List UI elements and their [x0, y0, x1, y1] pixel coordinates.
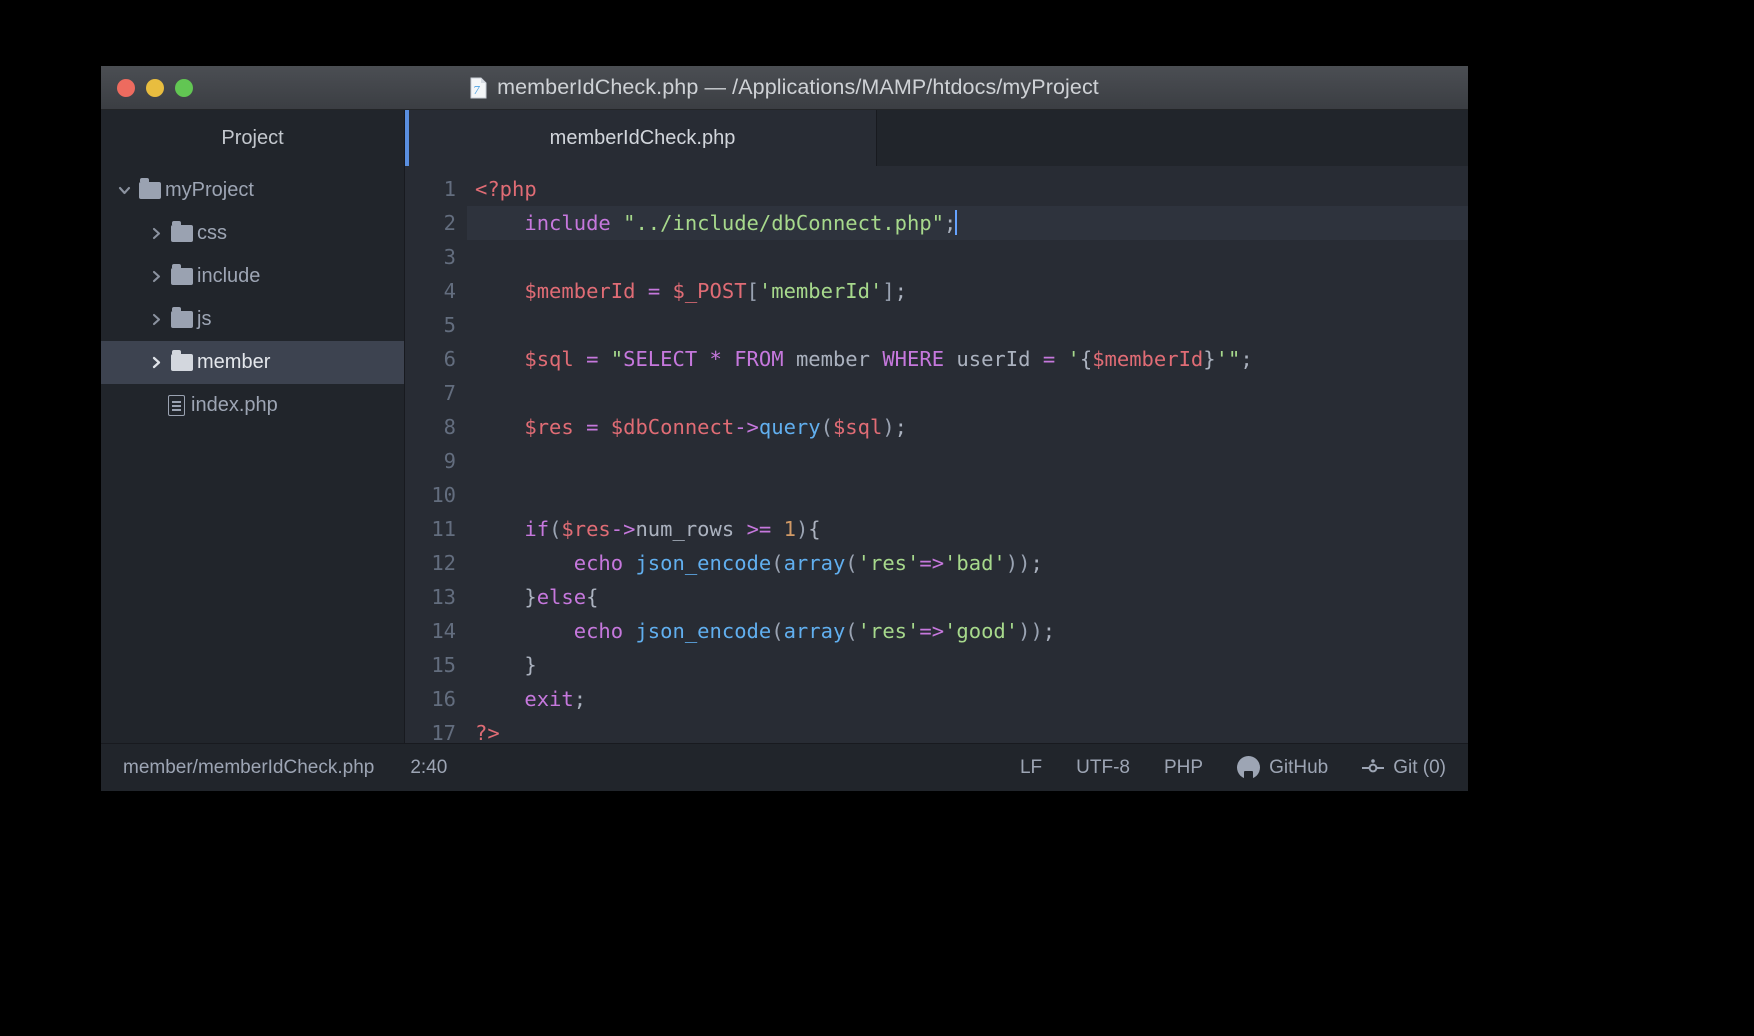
code-line-15: } — [524, 653, 537, 677]
tree-item-label: myProject — [165, 179, 254, 201]
line-number: 10 — [431, 483, 456, 507]
code-line-17: ?> — [475, 721, 500, 743]
chevron-right-icon[interactable] — [145, 269, 167, 284]
code-editor[interactable]: 1 2 3 4 5 6 7 8 9 10 11 12 13 14 15 16 1 — [405, 166, 1468, 743]
window-title: memberIdCheck.php — /Applications/MAMP/h… — [497, 75, 1099, 99]
line-number: 2 — [443, 211, 456, 235]
minimize-window-button[interactable] — [146, 79, 164, 97]
line-number: 9 — [443, 449, 456, 473]
tab-bar: memberIdCheck.php — [405, 110, 1468, 166]
php-file-icon: 7 — [470, 77, 487, 99]
code-line-1: <?php — [475, 177, 537, 201]
tree-item-index-php[interactable]: index.php — [101, 384, 404, 427]
tree-item-include[interactable]: include — [101, 255, 404, 298]
line-number: 7 — [443, 381, 456, 405]
code-line-6: $sql = "SELECT * FROM member WHERE userI… — [524, 347, 1253, 371]
line-number: 11 — [431, 517, 456, 541]
code-line-12: echo json_encode(array('res'=>'bad')); — [573, 551, 1043, 575]
project-sidebar: Project myProject css include js member … — [101, 110, 405, 743]
folder-icon — [167, 307, 197, 328]
line-number: 5 — [443, 313, 456, 337]
chevron-down-icon[interactable] — [113, 183, 135, 198]
file-icon — [161, 395, 191, 416]
tree-item-css[interactable]: css — [101, 212, 404, 255]
window-body: Project myProject css include js member … — [101, 110, 1468, 743]
status-git[interactable]: Git (0) — [1362, 757, 1446, 779]
status-bar-left: member/memberIdCheck.php 2:40 — [123, 757, 447, 779]
status-bar: member/memberIdCheck.php 2:40 LF UTF-8 P… — [101, 743, 1468, 791]
line-number: 17 — [431, 721, 456, 743]
window-title-wrap: 7 memberIdCheck.php — /Applications/MAMP… — [101, 75, 1468, 100]
status-github[interactable]: GitHub — [1237, 756, 1328, 779]
editor-pane: memberIdCheck.php 1 2 3 4 5 6 7 8 9 10 1… — [405, 110, 1468, 743]
tree-item-member[interactable]: member — [101, 341, 404, 384]
line-number: 12 — [431, 551, 456, 575]
line-number: 8 — [443, 415, 456, 439]
line-number: 15 — [431, 653, 456, 677]
line-number: 6 — [443, 347, 456, 371]
line-number: 4 — [443, 279, 456, 303]
svg-text:7: 7 — [473, 84, 480, 97]
chevron-right-icon[interactable] — [145, 355, 167, 370]
code-line-14: echo json_encode(array('res'=>'good')); — [573, 619, 1056, 643]
status-grammar[interactable]: PHP — [1164, 757, 1203, 779]
line-number: 16 — [431, 687, 456, 711]
traffic-light-group — [117, 66, 193, 110]
git-branch-icon — [1362, 757, 1385, 779]
tab-memberidcheck-php[interactable]: memberIdCheck.php — [409, 110, 877, 166]
code-line-8: $res = $dbConnect->query($sql); — [524, 415, 908, 439]
chevron-right-icon[interactable] — [145, 226, 167, 241]
code-line-2: include "../include/dbConnect.php"; — [467, 206, 1468, 240]
status-bar-right: LF UTF-8 PHP GitHub Git (0) — [1020, 756, 1446, 779]
tree-item-js[interactable]: js — [101, 298, 404, 341]
folder-icon — [135, 178, 165, 199]
line-number-gutter: 1 2 3 4 5 6 7 8 9 10 11 12 13 14 15 16 1 — [405, 172, 467, 743]
status-line-ending[interactable]: LF — [1020, 757, 1042, 779]
tree-item-myproject[interactable]: myProject — [101, 169, 404, 212]
project-tree[interactable]: myProject css include js member index.ph… — [101, 166, 404, 427]
tree-item-label: css — [197, 222, 227, 244]
window-titlebar: 7 memberIdCheck.php — /Applications/MAMP… — [101, 66, 1468, 110]
tab-label: memberIdCheck.php — [549, 126, 736, 149]
github-icon — [1237, 756, 1261, 779]
tree-item-label: js — [197, 308, 212, 330]
status-git-label: Git (0) — [1393, 756, 1446, 778]
code-line-13: }else{ — [524, 585, 599, 609]
folder-icon — [167, 221, 197, 242]
line-number: 1 — [443, 177, 456, 201]
status-github-label: GitHub — [1269, 756, 1329, 778]
maximize-window-button[interactable] — [175, 79, 193, 97]
chevron-right-icon[interactable] — [145, 312, 167, 327]
folder-icon — [167, 264, 197, 285]
code-line-16: exit; — [524, 687, 587, 711]
tree-item-label: include — [197, 265, 261, 287]
status-encoding[interactable]: UTF-8 — [1076, 757, 1130, 779]
folder-icon — [167, 350, 197, 371]
line-number: 14 — [431, 619, 456, 643]
close-window-button[interactable] — [117, 79, 135, 97]
tree-item-label: index.php — [191, 394, 278, 416]
editor-window: 7 memberIdCheck.php — /Applications/MAMP… — [101, 66, 1468, 791]
sidebar-title: Project — [221, 126, 284, 149]
status-file-path[interactable]: member/memberIdCheck.php — [123, 757, 374, 779]
code-lines[interactable]: <?php include "../include/dbConnect.php"… — [467, 172, 1468, 743]
line-number: 13 — [431, 585, 456, 609]
code-line-4: $memberId = $_POST['memberId']; — [524, 279, 908, 303]
status-cursor-position[interactable]: 2:40 — [410, 757, 447, 779]
line-number: 3 — [443, 245, 456, 269]
tree-item-label: member — [197, 351, 271, 373]
code-line-11: if($res->num_rows >= 1){ — [524, 517, 821, 541]
